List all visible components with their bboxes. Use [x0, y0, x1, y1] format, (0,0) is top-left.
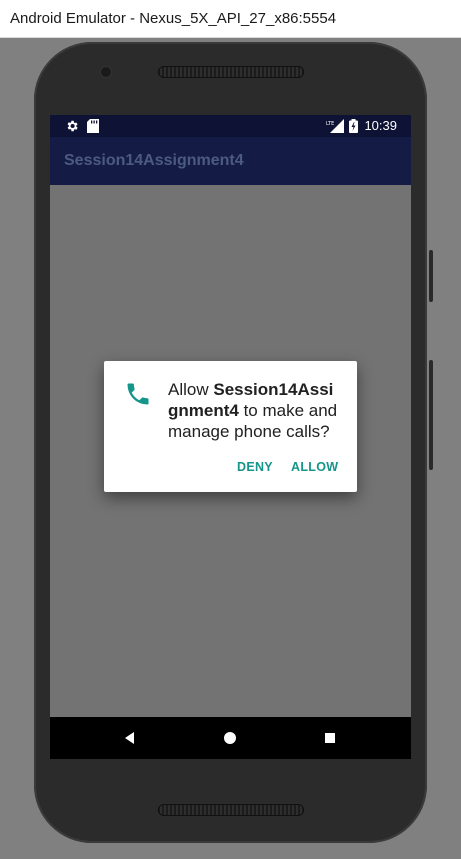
permission-message: Allow Session14Assi gnment4 to make and … — [168, 379, 350, 442]
app-bar: Session14Assignment4 — [50, 137, 411, 185]
status-bar: LTE 10:39 — [50, 115, 411, 137]
emulator-title-bar[interactable]: Android Emulator - Nexus_5X_API_27_x86:5… — [0, 0, 461, 38]
home-icon[interactable] — [221, 729, 239, 747]
lte-signal-icon: LTE — [326, 119, 344, 133]
recents-icon[interactable] — [321, 729, 339, 747]
power-button[interactable] — [429, 250, 433, 302]
top-speaker — [158, 66, 304, 78]
settings-icon — [65, 119, 79, 133]
navigation-bar — [50, 717, 411, 759]
battery-icon — [348, 119, 358, 133]
volume-button[interactable] — [429, 360, 433, 470]
clock: 10:39 — [364, 118, 397, 133]
permission-dialog: Allow Session14Assi gnment4 to make and … — [104, 361, 357, 492]
front-camera — [101, 67, 111, 77]
bottom-speaker — [158, 804, 304, 816]
app-title: Session14Assignment4 — [64, 152, 244, 169]
phone-icon — [124, 380, 152, 408]
message-prefix: Allow — [168, 380, 214, 399]
back-icon[interactable] — [121, 729, 139, 747]
sd-card-icon — [86, 119, 100, 133]
svg-text:LTE: LTE — [326, 121, 334, 127]
window-title: Android Emulator - Nexus_5X_API_27_x86:5… — [10, 10, 337, 27]
deny-button[interactable]: DENY — [237, 460, 273, 474]
allow-button[interactable]: ALLOW — [291, 460, 338, 474]
